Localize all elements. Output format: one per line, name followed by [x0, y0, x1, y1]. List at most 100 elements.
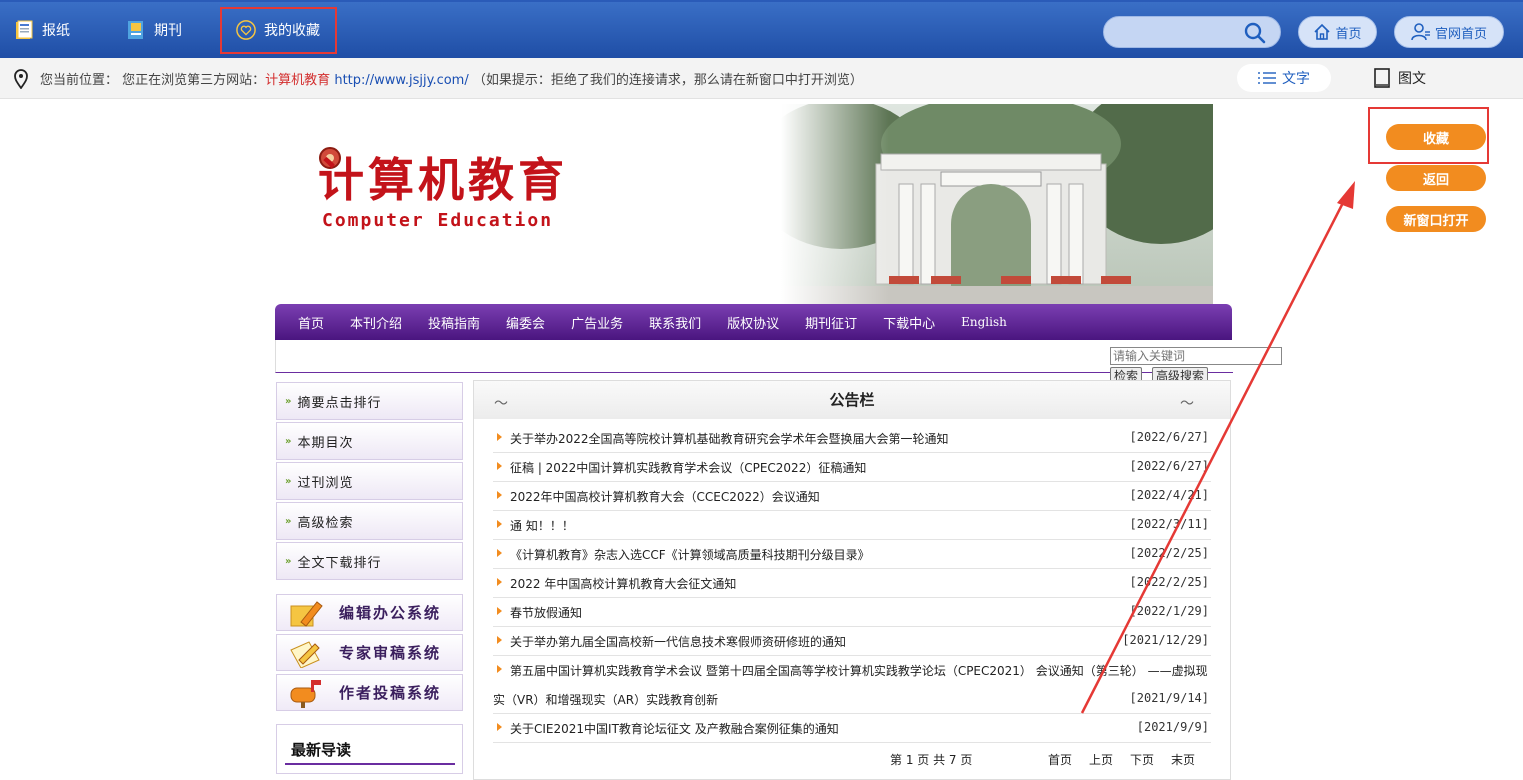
notice-title[interactable]: 《计算机教育》杂志入选CCF《计算领域高质量科技期刊分级目录》 [510, 546, 870, 563]
picture-mode-button[interactable]: 图文 [1374, 68, 1426, 88]
notice-row[interactable]: 2022 年中国高校计算机教育大会征文通知 [2022/2/25] [493, 569, 1211, 598]
pager-first[interactable]: 首页 [1048, 751, 1072, 768]
double-arrow-icon: » [285, 475, 292, 487]
double-arrow-icon: » [285, 435, 292, 447]
notice-date: [2022/6/27] [1129, 430, 1209, 444]
notice-title[interactable]: 关于举办第九届全国高校新一代信息技术寒假师资研修班的通知 [510, 633, 846, 650]
back-button[interactable]: 返回 [1386, 165, 1486, 191]
bullet-arrow-icon [497, 433, 502, 441]
bullet-arrow-icon [497, 462, 502, 470]
notice-date: [2022/2/25] [1129, 546, 1209, 560]
site-nav-about[interactable]: 本刊介绍 [350, 313, 402, 332]
notice-title[interactable]: 关于举办2022全国高等院校计算机基础教育研究会学术年会暨换届大会第一轮通知 [510, 430, 949, 447]
expert-review-system-link[interactable]: 专家审稿系统 [276, 634, 463, 671]
search-icon[interactable] [1244, 22, 1266, 44]
notice-title[interactable]: 2022 年中国高校计算机教育大会征文通知 [510, 575, 736, 592]
keyword-search-input[interactable] [1110, 347, 1282, 365]
sidebar-item-label: 全文下载排行 [297, 555, 382, 571]
sidebar-item-label: 摘要点击排行 [297, 395, 382, 411]
site-nav-advertising[interactable]: 广告业务 [571, 313, 623, 332]
mailbox-icon [290, 679, 321, 708]
browsing-label: 您正在浏览第三方网站： [122, 73, 266, 88]
notice-title[interactable]: 征稿 | 2022中国计算机实践教育学术会议（CPEC2022）征稿通知 [510, 459, 866, 476]
site-nav-contact[interactable]: 联系我们 [649, 313, 701, 332]
pager-prev[interactable]: 上页 [1089, 751, 1113, 768]
bullet-arrow-icon [497, 520, 502, 528]
text-mode-label: 文字 [1282, 71, 1310, 87]
notice-row[interactable]: 通 知！！！ [2022/3/11] [493, 511, 1211, 540]
campus-gate-image [781, 104, 1213, 304]
pager-next[interactable]: 下页 [1130, 751, 1154, 768]
site-nav-english[interactable]: English [961, 315, 1007, 329]
editor-office-system-link[interactable]: 编辑办公系统 [276, 594, 463, 631]
sidebar-item-advanced-search[interactable]: » 高级检索 [276, 502, 463, 540]
home-label: 首页 [1335, 26, 1362, 42]
notice-date: [2021/9/9] [1136, 720, 1209, 734]
notice-date: [2021/9/14] [1129, 691, 1209, 705]
notice-title-continued[interactable]: 实（VR）和增强现实（AR）实践教育创新 [493, 691, 718, 708]
sidebar-item-current-issue[interactable]: » 本期目次 [276, 422, 463, 460]
notice-row[interactable]: 关于CIE2021中国IT教育论坛征文 及产教融合案例征集的通知 [2021/9… [493, 714, 1211, 743]
wave-ornament-icon: 〜 [1180, 396, 1194, 412]
journal-label: 期刊 [154, 23, 182, 39]
notice-board-header: 〜 公告栏 〜 [474, 381, 1230, 419]
sidebar-item-abstract-click-rank[interactable]: » 摘要点击排行 [276, 382, 463, 420]
site-nav-submission-guide[interactable]: 投稿指南 [428, 313, 480, 332]
site-name-link[interactable]: 计算机教育 [265, 73, 330, 88]
double-arrow-icon: » [285, 395, 292, 407]
site-nav-copyright[interactable]: 版权协议 [727, 313, 779, 332]
bullet-arrow-icon [497, 491, 502, 499]
location-pin-icon [14, 69, 28, 89]
site-nav-editorial-board[interactable]: 编委会 [506, 313, 545, 332]
notice-date: [2022/3/11] [1129, 517, 1209, 531]
picture-mode-label: 图文 [1398, 71, 1426, 87]
open-new-window-button[interactable]: 新窗口打开 [1386, 206, 1486, 232]
notice-title[interactable]: 关于CIE2021中国IT教育论坛征文 及产教融合案例征集的通知 [510, 720, 839, 737]
home-icon [1314, 23, 1331, 40]
newspaper-tab[interactable]: 报纸 [14, 2, 70, 58]
sidebar-item-download-rank[interactable]: » 全文下载排行 [276, 542, 463, 580]
system-label: 作者投稿系统 [339, 684, 442, 702]
notice-row[interactable]: 2022年中国高校计算机教育大会（CCEC2022）会议通知 [2022/4/2… [493, 482, 1211, 511]
site-nav-home[interactable]: 首页 [298, 313, 324, 332]
notice-title[interactable]: 2022年中国高校计算机教育大会（CCEC2022）会议通知 [510, 488, 820, 505]
official-home-label: 官网首页 [1434, 26, 1487, 42]
pager-last[interactable]: 末页 [1171, 751, 1195, 768]
annotation-box-favorites [220, 7, 337, 54]
notice-row[interactable]: 征稿 | 2022中国计算机实践教育学术会议（CPEC2022）征稿通知 [20… [493, 453, 1211, 482]
list-icon [1258, 72, 1276, 84]
top-search-input[interactable] [1103, 16, 1281, 48]
latest-guide-panel: 最新导读 [276, 724, 463, 774]
notice-row[interactable]: 《计算机教育》杂志入选CCF《计算领域高质量科技期刊分级目录》 [2022/2/… [493, 540, 1211, 569]
site-nav: 首页 本刊介绍 投稿指南 编委会 广告业务 联系我们 版权协议 期刊征订 下载中… [275, 304, 1232, 340]
edit-paper-icon [290, 640, 320, 668]
home-button[interactable]: 首页 [1298, 16, 1377, 48]
notice-title[interactable]: 通 知！！！ [510, 517, 574, 534]
notice-date: [2022/1/29] [1129, 604, 1209, 618]
sidebar-item-past-issues[interactable]: » 过刊浏览 [276, 462, 463, 500]
notice-row[interactable]: 关于举办第九届全国高校新一代信息技术寒假师资研修班的通知 [2021/12/29… [493, 627, 1211, 656]
notice-date: [2022/2/25] [1129, 575, 1209, 589]
journal-tab[interactable]: 期刊 [126, 2, 182, 58]
notice-row[interactable]: 第五届中国计算机实践教育学术会议 暨第十四届全国高等学校计算机实践教学论坛（CP… [493, 656, 1211, 714]
logo-english: Computer Education [322, 210, 554, 231]
notice-date: [2022/4/21] [1129, 488, 1209, 502]
author-submission-system-link[interactable]: 作者投稿系统 [276, 674, 463, 711]
official-home-button[interactable]: 官网首页 [1394, 16, 1504, 48]
site-nav-download[interactable]: 下载中心 [883, 313, 935, 332]
newspaper-label: 报纸 [42, 23, 70, 39]
connection-hint: （如果提示：拒绝了我们的连接请求，那么请在新窗口中打开浏览） [472, 73, 863, 88]
system-label: 专家审稿系统 [339, 644, 442, 662]
text-mode-button[interactable]: 文字 [1237, 64, 1331, 92]
bullet-arrow-icon [497, 665, 502, 673]
site-url-link[interactable]: http://www.jsjjy.com/ [334, 73, 468, 88]
notice-row[interactable]: 关于举办2022全国高等院校计算机基础教育研究会学术年会暨换届大会第一轮通知 [… [493, 424, 1211, 453]
search-bar-area [275, 340, 1233, 373]
notice-title[interactable]: 第五届中国计算机实践教育学术会议 暨第十四届全国高等学校计算机实践教学论坛（CP… [510, 662, 1208, 679]
site-nav-subscription[interactable]: 期刊征订 [805, 313, 857, 332]
bullet-arrow-icon [497, 723, 502, 731]
notice-row[interactable]: 春节放假通知 [2022/1/29] [493, 598, 1211, 627]
double-arrow-icon: » [285, 515, 292, 527]
bullet-arrow-icon [497, 549, 502, 557]
notice-title[interactable]: 春节放假通知 [510, 604, 582, 621]
